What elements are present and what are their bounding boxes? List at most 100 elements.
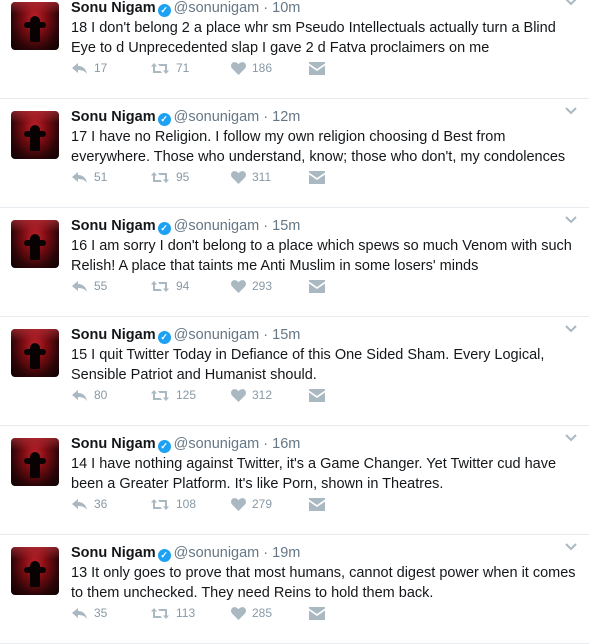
retweet-icon [151, 390, 169, 401]
envelope-icon [309, 62, 325, 75]
reply-count: 35 [94, 606, 108, 620]
retweet-button[interactable]: 113 [150, 604, 195, 622]
avatar[interactable] [11, 111, 59, 159]
avatar[interactable] [11, 547, 59, 595]
retweet-button[interactable]: 71 [150, 59, 189, 77]
like-count: 279 [252, 497, 273, 511]
tweet-timestamp[interactable]: · 12m [263, 109, 300, 125]
chevron-down-icon[interactable] [565, 325, 577, 333]
tweet-text: 14 I have nothing against Twitter, it's … [71, 456, 557, 492]
tweet-timestamp[interactable]: · 10m [263, 0, 300, 16]
reply-arrow-icon [72, 63, 87, 74]
retweet-button[interactable]: 125 [150, 386, 196, 404]
verified-badge-icon: ✓ [157, 222, 171, 235]
retweet-icon [151, 63, 169, 74]
retweet-icon [151, 281, 169, 292]
reply-arrow-icon [72, 281, 87, 292]
tweet-timestamp[interactable]: · 15m [263, 327, 300, 343]
verified-badge-icon: ✓ [157, 331, 171, 344]
tweet-header: Sonu Nigam ✓ @sonunigam · 12m [71, 107, 300, 127]
chevron-down-icon[interactable] [565, 216, 577, 224]
retweet-button[interactable]: 108 [150, 495, 196, 513]
like-count: 312 [252, 388, 273, 402]
author-handle[interactable]: @sonunigam [174, 0, 260, 16]
author-handle[interactable]: @sonunigam [174, 327, 260, 343]
retweet-button[interactable]: 95 [150, 168, 189, 186]
author-name[interactable]: Sonu Nigam [71, 327, 156, 343]
reply-count: 55 [94, 279, 108, 293]
envelope-icon [309, 389, 325, 402]
reply-count: 80 [94, 388, 108, 402]
envelope-icon [309, 498, 325, 511]
retweet-count: 94 [176, 279, 190, 293]
heart-icon [231, 62, 246, 75]
tweet-timestamp[interactable]: · 19m [263, 545, 300, 561]
message-button[interactable] [309, 495, 331, 513]
heart-icon [231, 498, 246, 511]
like-count: 293 [252, 279, 273, 293]
chevron-down-icon[interactable] [565, 0, 577, 6]
verified-badge-icon: ✓ [157, 549, 171, 562]
author-handle[interactable]: @sonunigam [174, 545, 260, 561]
envelope-icon [309, 280, 325, 293]
tweet-header: Sonu Nigam ✓ @sonunigam · 15m [71, 216, 300, 236]
retweet-button[interactable]: 94 [150, 277, 189, 295]
reply-arrow-icon [72, 172, 87, 183]
retweet-count: 71 [176, 61, 190, 75]
retweet-count: 95 [176, 170, 190, 184]
like-button[interactable]: 312 [231, 386, 272, 404]
like-button[interactable]: 285 [231, 604, 272, 622]
avatar[interactable] [11, 329, 59, 377]
message-button[interactable] [309, 59, 331, 77]
tweet-card[interactable]: Sonu Nigam ✓ @sonunigam · 15m 15 I quit Tw… [0, 317, 589, 426]
heart-icon [231, 607, 246, 620]
avatar[interactable] [11, 2, 59, 50]
avatar[interactable] [11, 438, 59, 486]
reply-button[interactable]: 55 [71, 277, 107, 295]
like-count: 311 [252, 170, 272, 184]
like-button[interactable]: 186 [231, 59, 272, 77]
tweet-text: 17 I have no Religion. I follow my own r… [71, 129, 566, 165]
message-button[interactable] [309, 604, 331, 622]
tweet-feed: Sonu Nigam ✓ @sonunigam · 10m 18 I don't b… [0, 0, 589, 644]
reply-count: 51 [94, 170, 108, 184]
retweet-count: 113 [176, 606, 196, 620]
retweet-icon [151, 172, 169, 183]
reply-button[interactable]: 35 [71, 604, 107, 622]
reply-count: 36 [94, 497, 108, 511]
tweet-header: Sonu Nigam ✓ @sonunigam · 15m [71, 325, 300, 345]
avatar[interactable] [11, 220, 59, 268]
author-name[interactable]: Sonu Nigam [71, 109, 156, 125]
tweet-card[interactable]: Sonu Nigam ✓ @sonunigam · 10m 18 I don't b… [0, 0, 589, 99]
author-name[interactable]: Sonu Nigam [71, 436, 156, 452]
reply-button[interactable]: 80 [71, 386, 107, 404]
tweet-timestamp[interactable]: · 16m [263, 436, 300, 452]
author-handle[interactable]: @sonunigam [174, 109, 260, 125]
tweet-card[interactable]: Sonu Nigam ✓ @sonunigam · 15m 16 I am sorr… [0, 208, 589, 317]
reply-button[interactable]: 17 [71, 59, 107, 77]
tweet-text: 18 I don't belong 2 a place whr sm Pseud… [71, 20, 556, 56]
tweet-card[interactable]: Sonu Nigam ✓ @sonunigam · 16m 14 I have no… [0, 426, 589, 535]
tweet-timestamp[interactable]: · 15m [263, 218, 300, 234]
tweet-card[interactable]: Sonu Nigam ✓ @sonunigam · 12m 17 I have no… [0, 99, 589, 208]
like-button[interactable]: 279 [231, 495, 272, 513]
author-name[interactable]: Sonu Nigam [71, 218, 156, 234]
chevron-down-icon[interactable] [565, 434, 577, 442]
chevron-down-icon[interactable] [565, 543, 577, 551]
author-handle[interactable]: @sonunigam [174, 218, 260, 234]
author-handle[interactable]: @sonunigam [174, 436, 260, 452]
like-button[interactable]: 293 [231, 277, 272, 295]
chevron-down-icon[interactable] [565, 107, 577, 115]
reply-button[interactable]: 36 [71, 495, 107, 513]
reply-button[interactable]: 51 [71, 168, 107, 186]
message-button[interactable] [309, 386, 331, 404]
message-button[interactable] [309, 168, 331, 186]
like-count: 186 [252, 61, 273, 75]
verified-badge-icon: ✓ [157, 113, 171, 126]
envelope-icon [309, 171, 325, 184]
author-name[interactable]: Sonu Nigam [71, 545, 156, 561]
like-button[interactable]: 311 [231, 168, 271, 186]
message-button[interactable] [309, 277, 331, 295]
tweet-card[interactable]: Sonu Nigam ✓ @sonunigam · 19m 13 It only g… [0, 535, 589, 644]
author-name[interactable]: Sonu Nigam [71, 0, 156, 16]
